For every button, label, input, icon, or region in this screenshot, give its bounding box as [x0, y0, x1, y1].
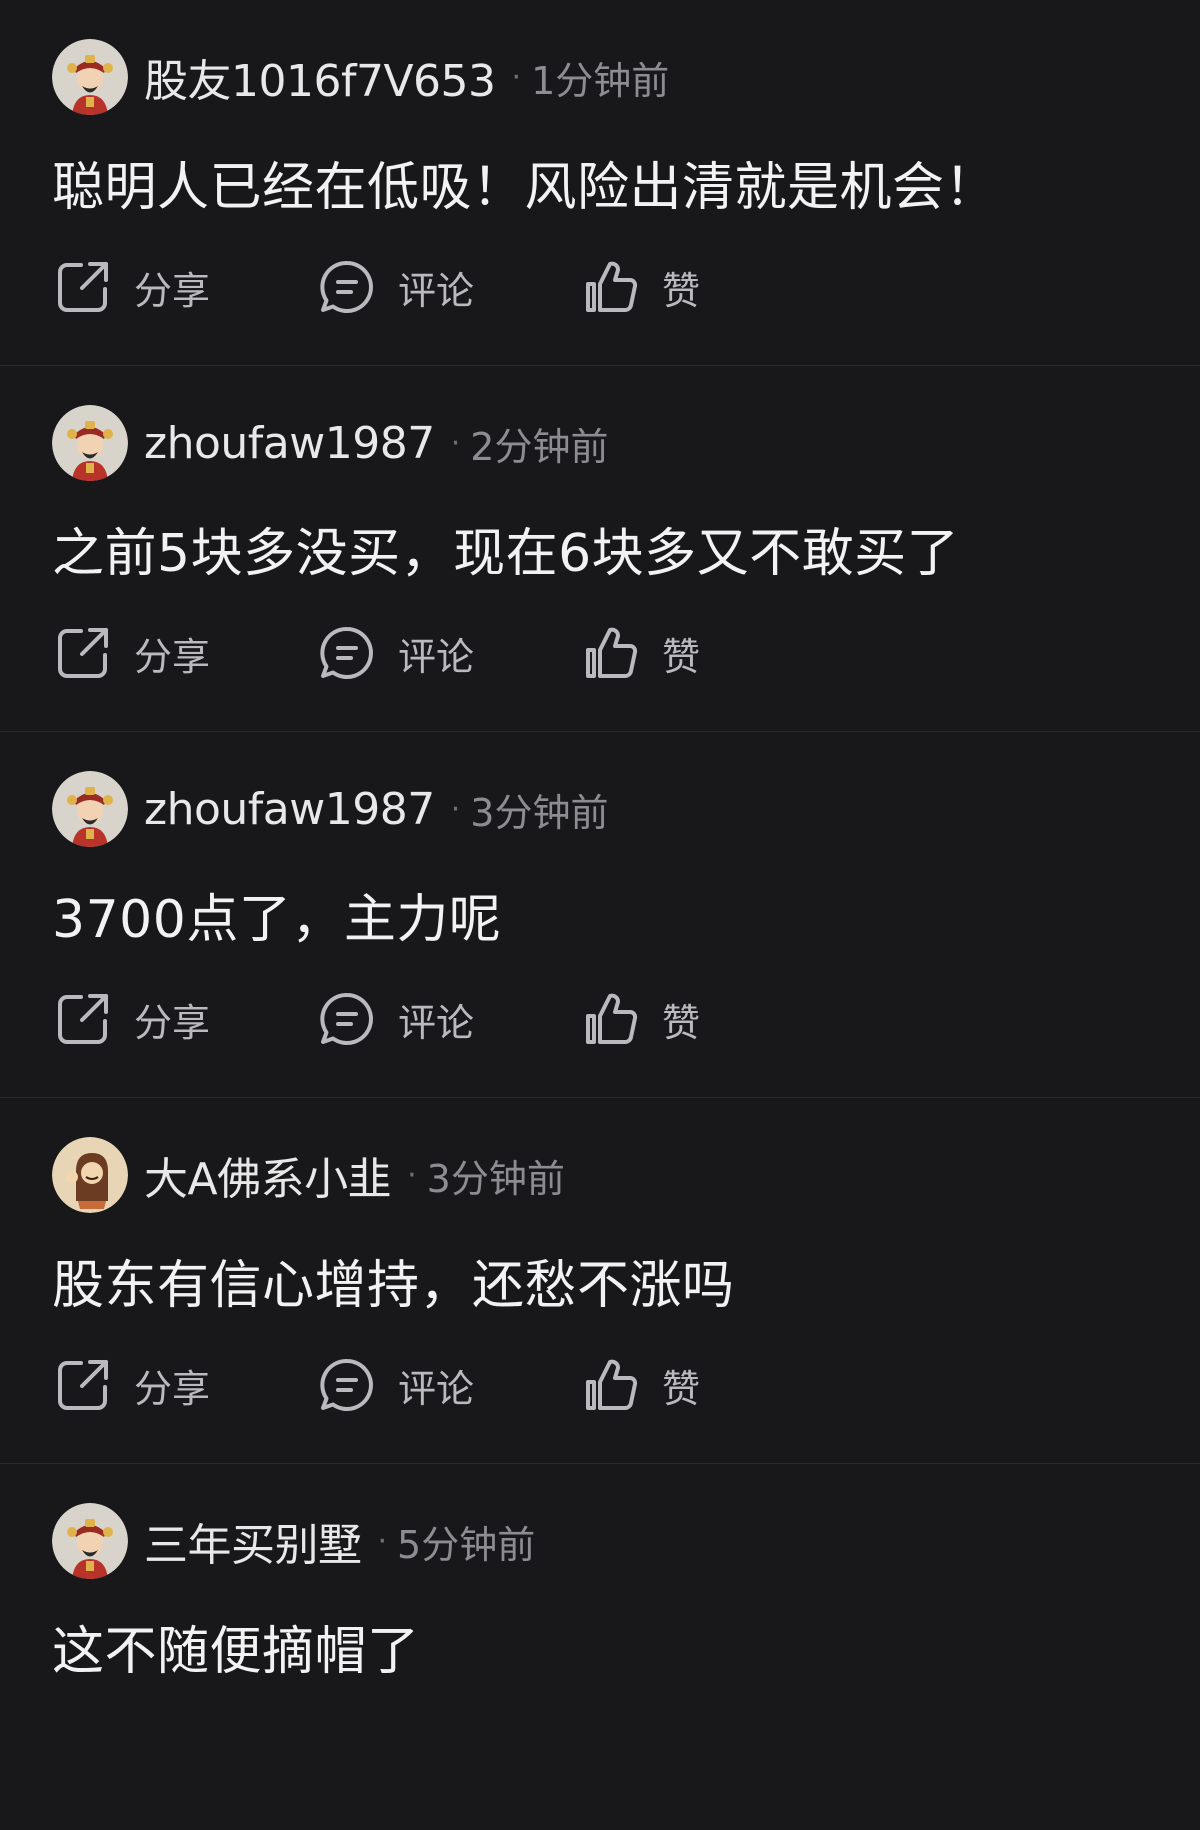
comment-label: 评论: [398, 1366, 475, 1411]
comment-text: 3700点了，主力呢: [52, 890, 502, 950]
share-label: 分享: [134, 1000, 211, 1045]
share-icon: [52, 1354, 114, 1416]
avatar[interactable]: [52, 39, 128, 115]
thumbs-up-icon: [580, 988, 642, 1050]
avatar[interactable]: [52, 405, 128, 481]
timestamp: 3分钟前: [470, 790, 609, 835]
username[interactable]: 股友1016f7V653: [144, 45, 496, 109]
separator-dot: ·: [407, 1157, 417, 1193]
share-button[interactable]: 分享: [52, 256, 316, 318]
comment-button[interactable]: 评论: [316, 988, 580, 1050]
thumbs-up-icon: [580, 622, 642, 684]
comment-item: 大A佛系小韭 · 3分钟前 股东有信心增持，还愁不涨吗 分享 评论 赞: [0, 1098, 1200, 1464]
comment-header: zhoufaw1987 · 2分钟前: [52, 405, 608, 481]
comment-bubble-icon: [316, 988, 378, 1050]
share-button[interactable]: 分享: [52, 622, 316, 684]
separator-dot: ·: [377, 1523, 388, 1559]
comment-bubble-icon: [316, 256, 378, 318]
comment-header: 三年买别墅 · 5分钟前: [52, 1503, 535, 1579]
comment-text: 这不随便摘帽了: [52, 1622, 420, 1682]
comment-button[interactable]: 评论: [316, 256, 580, 318]
timestamp: 1分钟前: [531, 58, 670, 103]
like-label: 赞: [662, 634, 701, 679]
username[interactable]: 三年买别墅: [144, 1509, 362, 1573]
share-label: 分享: [134, 268, 211, 313]
comment-text: 聪明人已经在低吸！风险出清就是机会！: [52, 158, 998, 218]
comment-item: zhoufaw1987 · 2分钟前 之前5块多没买，现在6块多又不敢买了 分享: [0, 366, 1200, 732]
comment-text: 股东有信心增持，还愁不涨吗: [52, 1256, 735, 1316]
like-button[interactable]: 赞: [580, 622, 844, 684]
separator-dot: ·: [450, 791, 461, 827]
thumbs-up-icon: [580, 1354, 642, 1416]
like-button[interactable]: 赞: [580, 1354, 844, 1416]
comment-item: 股友1016f7V653 · 1分钟前 聪明人已经在低吸！风险出清就是机会！ 分…: [0, 0, 1200, 366]
avatar[interactable]: [52, 1137, 128, 1213]
comment-text: 之前5块多没买，现在6块多又不敢买了: [52, 524, 960, 584]
comment-bubble-icon: [316, 622, 378, 684]
comment-item: 三年买别墅 · 5分钟前 这不随便摘帽了: [0, 1464, 1200, 1830]
like-button[interactable]: 赞: [580, 988, 844, 1050]
comment-bubble-icon: [316, 1354, 378, 1416]
username[interactable]: zhoufaw1987: [144, 784, 435, 835]
comment-item: zhoufaw1987 · 3分钟前 3700点了，主力呢 分享 评论 赞: [0, 732, 1200, 1098]
avatar[interactable]: [52, 1503, 128, 1579]
like-label: 赞: [662, 1000, 701, 1045]
username[interactable]: 大A佛系小韭: [144, 1143, 392, 1207]
like-label: 赞: [662, 1366, 701, 1411]
separator-dot: ·: [450, 425, 461, 461]
action-bar: 分享 评论 赞: [52, 256, 844, 318]
thumbs-up-icon: [580, 256, 642, 318]
separator-dot: ·: [511, 59, 522, 95]
like-button[interactable]: 赞: [580, 256, 844, 318]
comment-header: zhoufaw1987 · 3分钟前: [52, 771, 608, 847]
share-icon: [52, 988, 114, 1050]
comment-header: 大A佛系小韭 · 3分钟前: [52, 1137, 565, 1213]
timestamp: 5分钟前: [397, 1522, 536, 1567]
comment-feed: 股友1016f7V653 · 1分钟前 聪明人已经在低吸！风险出清就是机会！ 分…: [0, 0, 1200, 1830]
avatar[interactable]: [52, 771, 128, 847]
share-icon: [52, 256, 114, 318]
action-bar: 分享 评论 赞: [52, 988, 844, 1050]
comment-button[interactable]: 评论: [316, 1354, 580, 1416]
username[interactable]: zhoufaw1987: [144, 418, 435, 469]
comment-label: 评论: [398, 634, 475, 679]
comment-label: 评论: [398, 268, 475, 313]
comment-label: 评论: [398, 1000, 475, 1045]
comment-button[interactable]: 评论: [316, 622, 580, 684]
timestamp: 3分钟前: [426, 1156, 565, 1201]
share-label: 分享: [134, 1366, 211, 1411]
comment-header: 股友1016f7V653 · 1分钟前: [52, 39, 669, 115]
share-button[interactable]: 分享: [52, 988, 316, 1050]
share-button[interactable]: 分享: [52, 1354, 316, 1416]
action-bar: 分享 评论 赞: [52, 1354, 844, 1416]
share-label: 分享: [134, 634, 211, 679]
like-label: 赞: [662, 268, 701, 313]
share-icon: [52, 622, 114, 684]
timestamp: 2分钟前: [470, 424, 609, 469]
action-bar: 分享 评论 赞: [52, 622, 844, 684]
